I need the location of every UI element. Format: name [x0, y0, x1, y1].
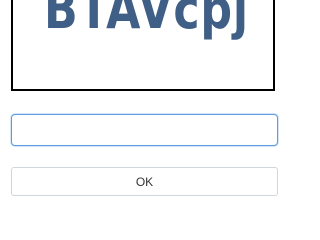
captcha-dialog: BTAVcpj OK	[0, 0, 290, 200]
captcha-answer-input[interactable]	[11, 114, 278, 146]
captcha-image: BTAVcpj	[11, 0, 275, 91]
ok-button[interactable]: OK	[11, 167, 278, 196]
captcha-text: BTAVcpj	[44, 0, 249, 41]
